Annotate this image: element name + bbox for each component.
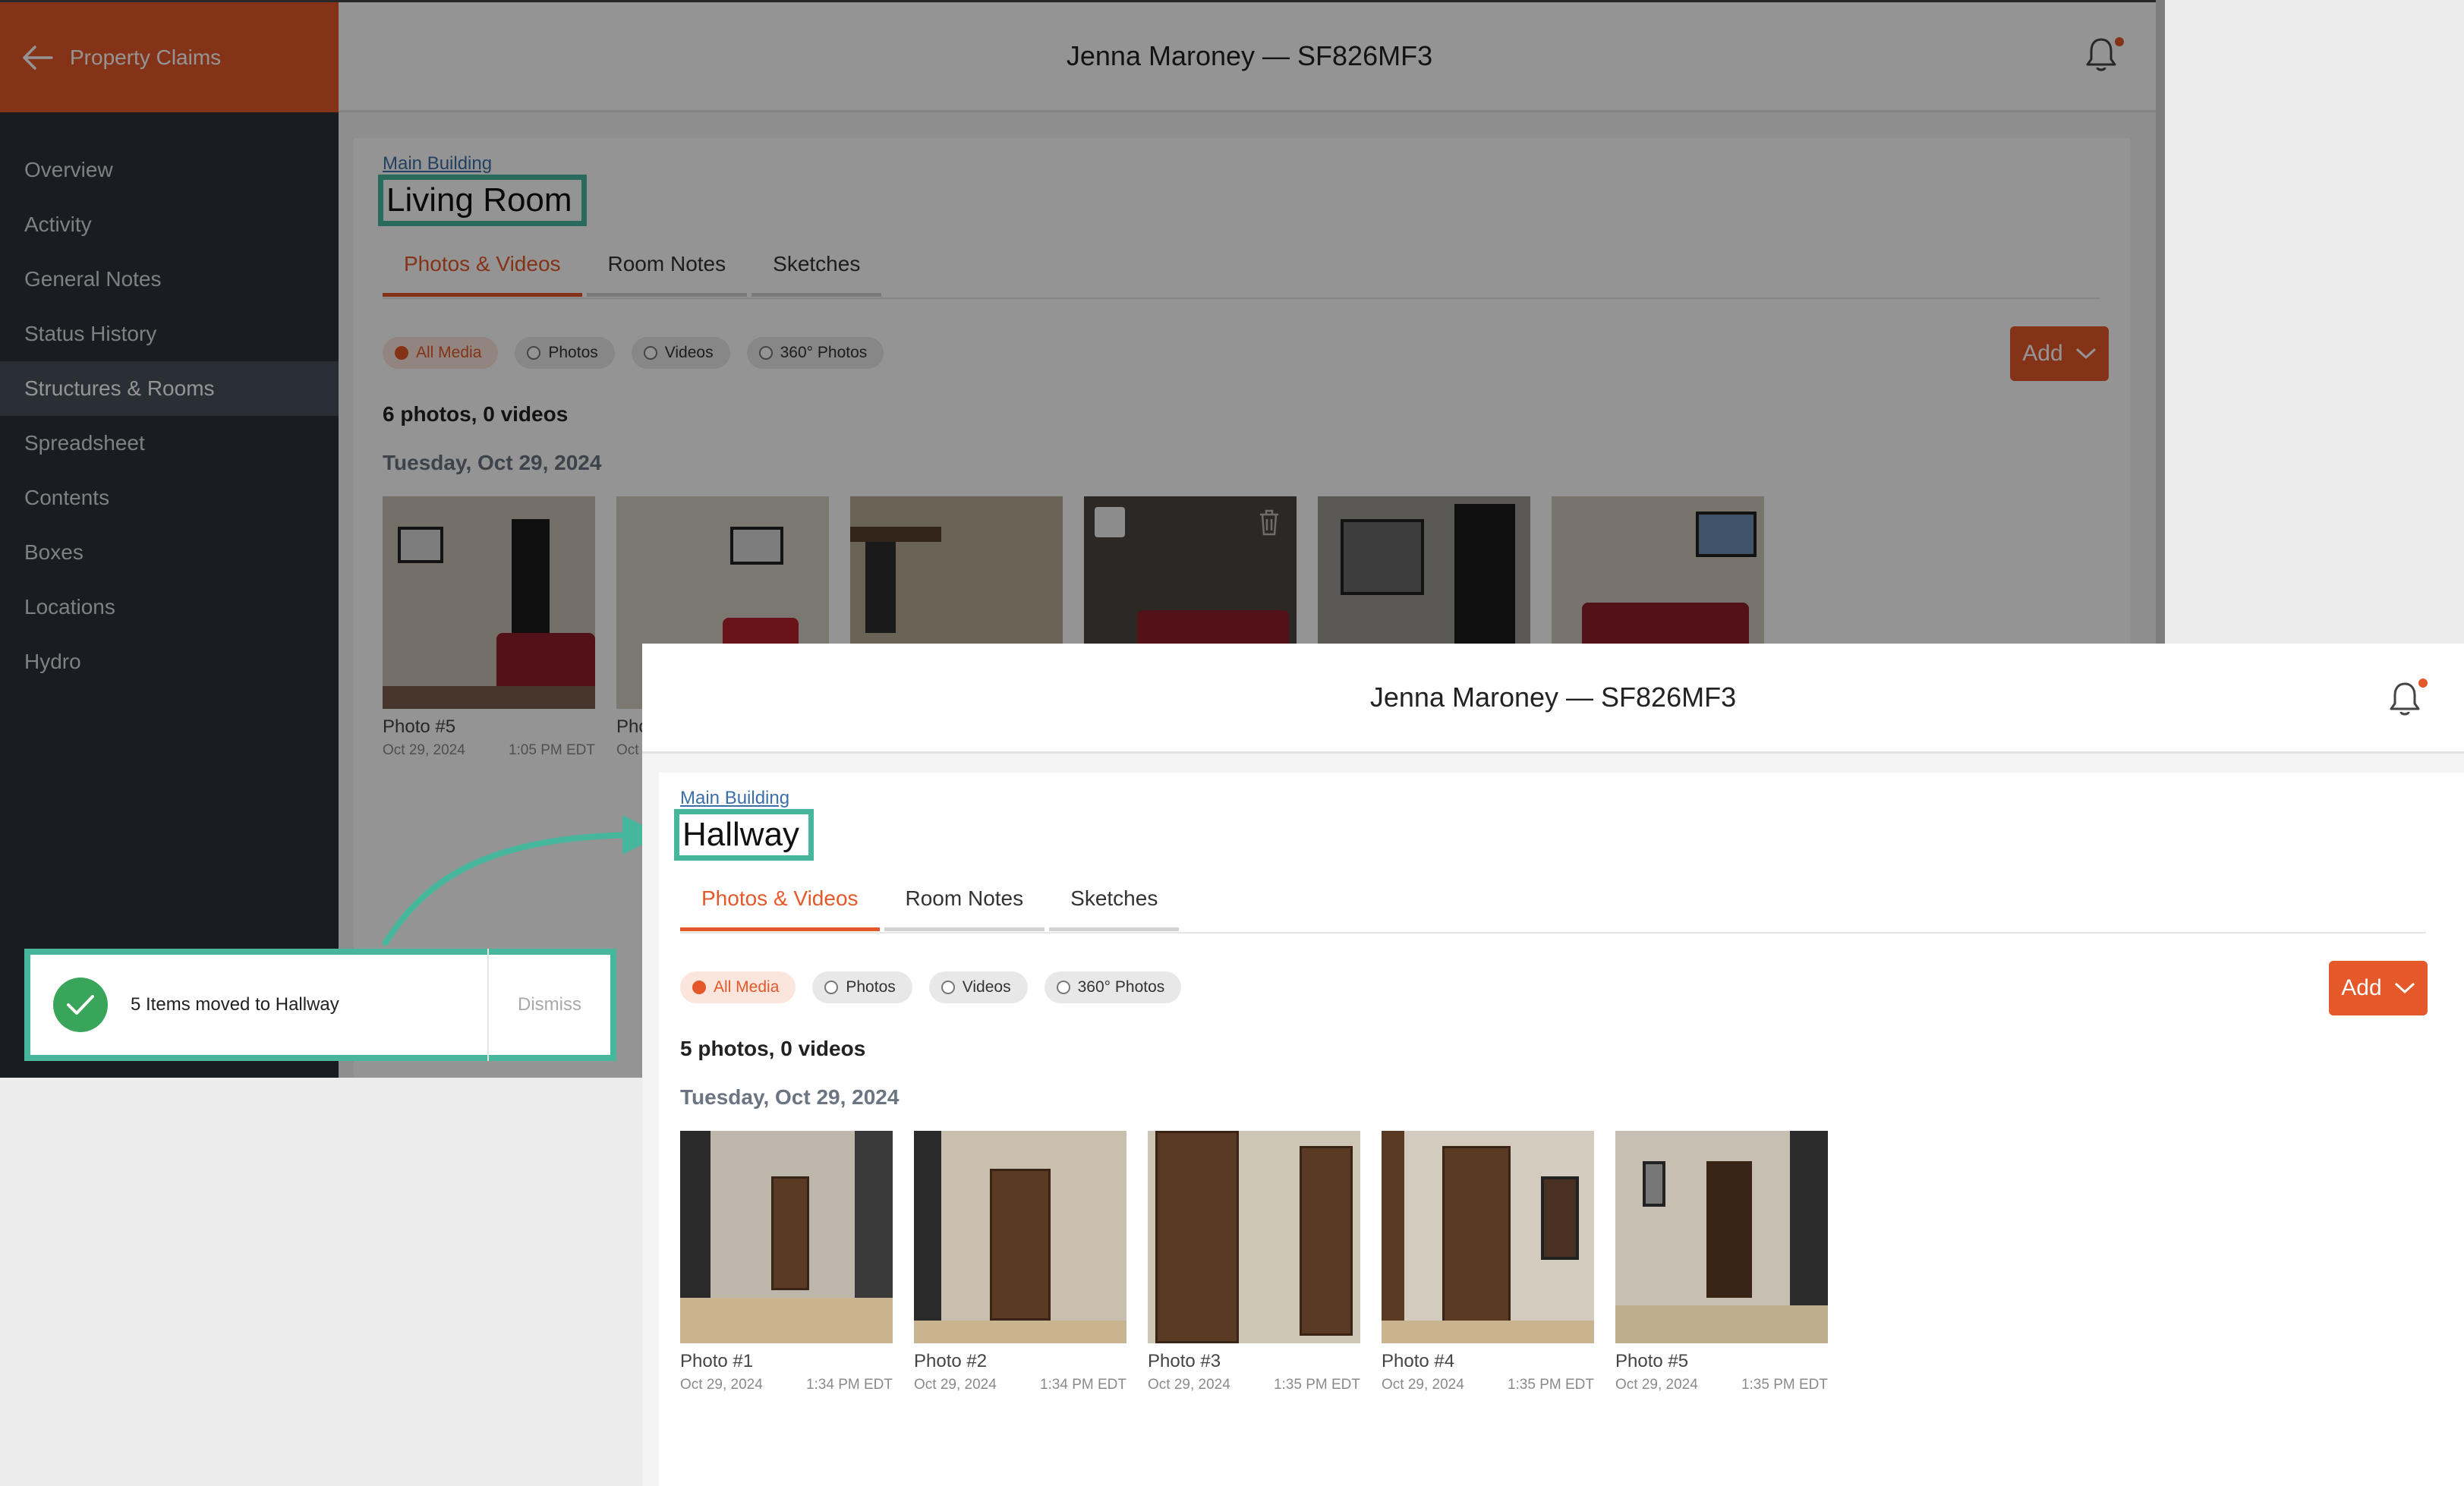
photo-card[interactable]: Photo #3 Oct 29, 2024 1:35 PM EDT <box>1148 1131 1360 1393</box>
radio-icon <box>824 981 839 994</box>
photo-time: 1:35 PM EDT <box>1741 1377 1828 1393</box>
photo-name: Photo #2 <box>914 1351 988 1371</box>
photo-card[interactable]: Photo #1 Oct 29, 2024 1:34 PM EDT <box>680 1131 893 1393</box>
room-title: Hallway <box>674 809 815 861</box>
date-heading: Tuesday, Oct 29, 2024 <box>680 1085 900 1109</box>
photo-time: 1:35 PM EDT <box>1507 1377 1594 1393</box>
filter-videos[interactable]: Videos <box>928 971 1028 1003</box>
success-check-icon <box>53 978 108 1032</box>
photo-date: Oct 29, 2024 <box>1615 1377 1698 1393</box>
bell-icon[interactable] <box>2388 680 2421 718</box>
radio-icon <box>941 981 955 994</box>
tab-photos-videos[interactable]: Photos & Videos <box>680 886 880 931</box>
photo-thumbnail[interactable] <box>1615 1131 1828 1343</box>
filter-360-photos[interactable]: 360° Photos <box>1044 971 1182 1003</box>
photo-card[interactable]: Photo #5 Oct 29, 2024 1:35 PM EDT <box>1615 1131 1828 1393</box>
photo-thumbnail[interactable] <box>1148 1131 1360 1343</box>
photo-date: Oct 29, 2024 <box>680 1377 763 1393</box>
media-count: 5 photos, 0 videos <box>680 1037 866 1060</box>
dismiss-button[interactable]: Dismiss <box>489 994 610 1015</box>
photo-name: Photo #5 <box>1615 1351 1689 1371</box>
photo-name: Photo #1 <box>680 1351 754 1371</box>
radio-selected-icon <box>692 981 706 994</box>
radio-icon <box>1056 981 1070 994</box>
photo-grid: Photo #1 Oct 29, 2024 1:34 PM EDT Photo #… <box>680 1131 1828 1393</box>
photo-time: 1:34 PM EDT <box>1039 1377 1126 1393</box>
photo-thumbnail[interactable] <box>914 1131 1126 1343</box>
filter-photos[interactable]: Photos <box>812 971 912 1003</box>
photo-date: Oct 29, 2024 <box>914 1377 997 1393</box>
photo-thumbnail[interactable] <box>680 1131 893 1343</box>
tab-divider <box>680 932 2426 933</box>
photo-time: 1:35 PM EDT <box>1273 1377 1360 1393</box>
annotation-arrow-icon <box>383 815 662 946</box>
photo-date: Oct 29, 2024 <box>1382 1377 1464 1393</box>
tab-sketches[interactable]: Sketches <box>1049 886 1180 931</box>
chevron-down-icon <box>2394 982 2415 994</box>
foreground-window: Jenna Maroney — SF826MF3 Main Building H… <box>642 644 2464 1486</box>
breadcrumb[interactable]: Main Building <box>680 788 789 809</box>
room-card: Main Building Hallway Photos & Videos Ro… <box>659 773 2464 1486</box>
filter-all-media[interactable]: All Media <box>680 971 796 1003</box>
photo-time: 1:34 PM EDT <box>805 1377 893 1393</box>
toast-notification: 5 Items moved to Hallway Dismiss <box>24 949 616 1061</box>
tab-room-notes[interactable]: Room Notes <box>884 886 1045 931</box>
notification-dot <box>2418 678 2428 688</box>
photo-card[interactable]: Photo #2 Oct 29, 2024 1:34 PM EDT <box>914 1131 1126 1393</box>
photo-card[interactable]: Photo #4 Oct 29, 2024 1:35 PM EDT <box>1382 1131 1594 1393</box>
claim-title: Jenna Maroney — SF826MF3 <box>1369 682 1737 713</box>
top-bar: Jenna Maroney — SF826MF3 <box>642 644 2464 754</box>
media-filters: All Media Photos Videos 360° Photos <box>680 971 1182 1003</box>
add-button[interactable]: Add <box>2329 961 2428 1015</box>
photo-date: Oct 29, 2024 <box>1148 1377 1230 1393</box>
photo-thumbnail[interactable] <box>1382 1131 1594 1343</box>
tab-bar: Photos & Videos Room Notes Sketches <box>680 886 1180 931</box>
photo-name: Photo #3 <box>1148 1351 1221 1371</box>
photo-name: Photo #4 <box>1382 1351 1455 1371</box>
toast-message: 5 Items moved to Hallway <box>131 994 339 1015</box>
